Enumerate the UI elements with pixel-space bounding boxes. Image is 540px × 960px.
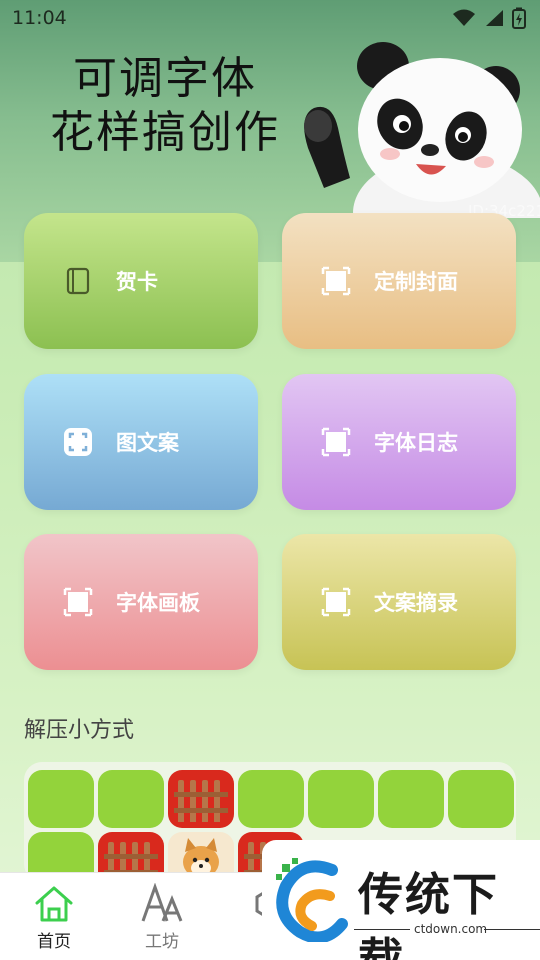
game-tile-fence[interactable] — [168, 770, 234, 828]
frame-icon — [62, 586, 94, 618]
panda-mascot-image — [304, 42, 540, 218]
card-greeting-label: 贺卡 — [116, 270, 158, 294]
card-image-text[interactable]: 图文案 — [24, 374, 258, 510]
hero-headline: 可调字体 花样搞创作 — [30, 52, 300, 160]
card-font-diary-label: 字体日志 — [374, 431, 458, 455]
home-icon — [14, 881, 94, 927]
status-time: 11:04 — [12, 7, 67, 29]
card-custom-cover[interactable]: 定制封面 — [282, 213, 516, 349]
status-bar: 11:04 — [0, 0, 540, 36]
card-image-text-label: 图文案 — [116, 431, 179, 455]
headline-line-1: 可调字体 — [73, 53, 257, 104]
frame-icon — [320, 265, 352, 297]
status-icons — [452, 7, 526, 29]
section-title: 解压小方式 — [24, 718, 135, 743]
game-tile[interactable] — [238, 770, 304, 828]
game-tile[interactable] — [98, 770, 164, 828]
wifi-icon — [453, 9, 475, 26]
battery-icon — [512, 7, 526, 29]
watermark-line-left — [354, 929, 410, 930]
watermark-line-right — [484, 929, 540, 930]
tab-workshop[interactable]: 工坊 — [122, 881, 202, 952]
game-tile[interactable] — [28, 770, 94, 828]
frame-icon — [320, 426, 352, 458]
card-custom-cover-label: 定制封面 — [374, 270, 458, 294]
watermark-logo-icon — [276, 858, 348, 942]
font-icon — [122, 881, 202, 927]
card-copy-excerpt[interactable]: 文案摘录 — [282, 534, 516, 670]
card-font-canvas-label: 字体画板 — [116, 591, 200, 615]
tab-workshop-label: 工坊 — [145, 932, 179, 952]
card-copy-excerpt-label: 文案摘录 — [374, 591, 458, 615]
watermark-brand: 传统下载 — [358, 868, 500, 960]
scan-icon — [62, 426, 94, 458]
signal-icon — [486, 10, 503, 26]
headline-line-2: 花样搞创作 — [50, 107, 280, 158]
game-tile[interactable] — [448, 770, 514, 828]
card-greeting[interactable]: 贺卡 — [24, 213, 258, 349]
watermark-overlay: 传统下载 ctdown.com — [262, 840, 540, 960]
watermark-url: ctdown.com — [414, 922, 488, 936]
card-font-diary[interactable]: 字体日志 — [282, 374, 516, 510]
tab-home-label: 首页 — [37, 932, 71, 952]
card-font-canvas[interactable]: 字体画板 — [24, 534, 258, 670]
book-icon — [62, 265, 94, 297]
game-tile[interactable] — [378, 770, 444, 828]
frame-icon — [320, 586, 352, 618]
game-tile[interactable] — [308, 770, 374, 828]
tab-home[interactable]: 首页 — [14, 881, 94, 952]
